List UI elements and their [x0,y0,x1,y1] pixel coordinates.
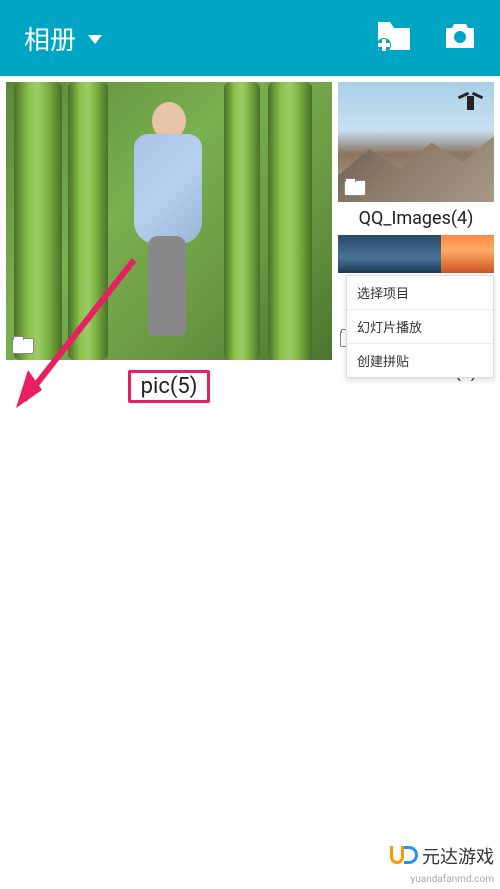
thumbnail-part [338,235,441,273]
album-screenshots[interactable]: 选择项目 幻灯片播放 创建拼贴 Screenshots(8) [338,235,494,388]
folder-icon [344,180,366,196]
album-grid: pic(5) QQ_Images(4) [0,76,500,417]
watermark-logo-icon [390,844,418,868]
right-column: QQ_Images(4) 选择项目 幻灯片播放 创建拼贴 Screenshots… [338,82,494,411]
album-qq-images[interactable]: QQ_Images(4) [338,82,494,235]
thumbnail-part [441,235,494,273]
menu-item-slideshow[interactable]: 幻灯片播放 [347,310,493,344]
app-header: 相册 [0,0,500,76]
header-title-dropdown[interactable]: 相册 [24,20,102,57]
watermark: 元达游戏 [390,843,494,869]
context-menu: 选择项目 幻灯片播放 创建拼贴 [346,275,494,378]
header-actions [376,20,476,56]
album-thumbnail [6,82,332,360]
add-folder-icon[interactable] [376,20,412,56]
dropdown-arrow-icon [88,35,102,44]
camera-icon[interactable] [444,22,476,54]
header-title: 相册 [24,20,76,57]
highlighted-label: pic(5) [128,370,211,403]
album-label: pic(5) [6,362,332,411]
watermark-url: yuandafanmd.com [411,874,494,885]
folder-icon [12,338,34,354]
menu-item-select[interactable]: 选择项目 [347,276,493,310]
album-pic[interactable]: pic(5) [6,82,332,411]
album-label: QQ_Images(4) [338,202,494,235]
menu-item-collage[interactable]: 创建拼贴 [347,344,493,377]
watermark-text: 元达游戏 [422,843,494,869]
album-thumbnail [338,82,494,202]
